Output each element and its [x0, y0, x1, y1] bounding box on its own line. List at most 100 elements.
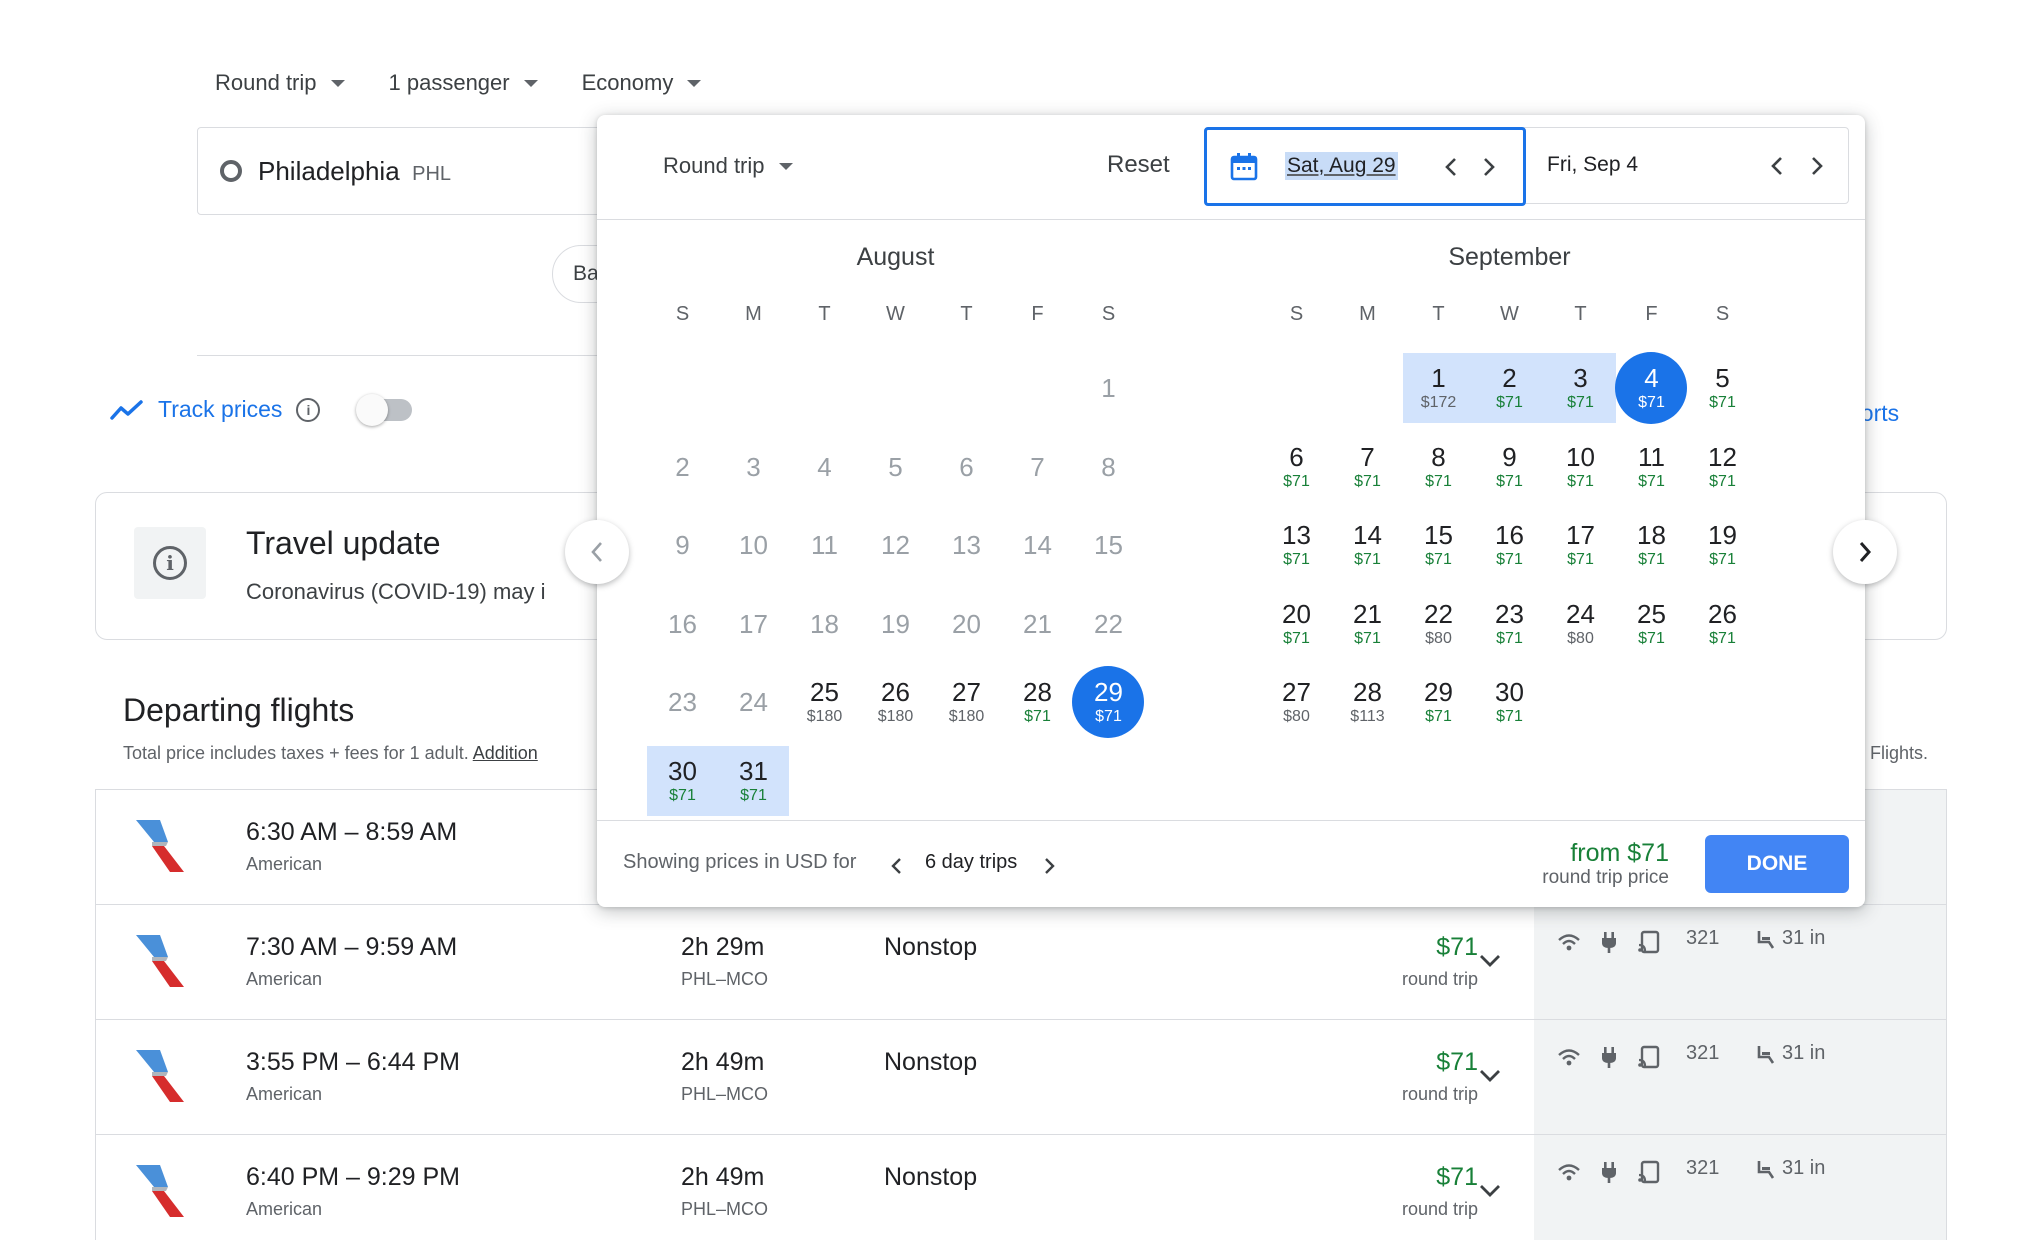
calendar-day[interactable]: 28 $113 — [1332, 667, 1403, 737]
calendar-day[interactable]: 20 $71 — [1261, 589, 1332, 659]
day-number: 25 — [1637, 598, 1666, 629]
calendar-day[interactable]: 2 $71 — [1474, 353, 1545, 423]
calendar-day[interactable]: 15 $71 — [1403, 510, 1474, 580]
calendar-day[interactable]: 16 $71 — [1474, 510, 1545, 580]
calendar-day[interactable]: 27 $80 — [1261, 667, 1332, 737]
flight-row[interactable]: 7:30 AM – 9:59 AM American 2h 29m PHL–MCO No… — [96, 905, 1946, 1020]
calendar-day[interactable]: 7 $71 — [1332, 432, 1403, 502]
aircraft-type: 321 — [1686, 1157, 1720, 1179]
day-number: 24 — [1566, 598, 1595, 629]
calendar-day[interactable]: 24 $80 — [1545, 589, 1616, 659]
day-number: 1 — [1431, 363, 1446, 393]
day-price: $71 — [1638, 472, 1665, 490]
picker-trip-type-select[interactable]: Round trip — [663, 153, 793, 179]
weekday-label: S — [1289, 303, 1304, 325]
calendar-day[interactable]: 14 $71 — [1332, 510, 1403, 580]
additional-fees-link[interactable]: Addition — [473, 743, 538, 763]
day-number: 30 — [1495, 677, 1524, 707]
day-price: $71 — [1354, 472, 1381, 490]
calendar-day[interactable]: 28 $71 — [1002, 667, 1073, 737]
trip-length-increase-button[interactable] — [1035, 851, 1065, 881]
return-prev-button[interactable] — [1762, 151, 1792, 181]
calendar-day[interactable]: 11 $71 — [1616, 432, 1687, 502]
next-month-button[interactable] — [1833, 520, 1897, 584]
day-number: 9 — [1502, 441, 1517, 472]
calendar-day[interactable]: 1 $172 — [1403, 353, 1474, 423]
flight-amenities — [1556, 1044, 1662, 1070]
trip-length-decrease-button[interactable] — [881, 851, 911, 881]
departure-next-button[interactable] — [1474, 152, 1504, 182]
calendar-day[interactable]: 25 $180 — [789, 667, 860, 737]
day-price: $71 — [1024, 708, 1051, 725]
day-number: 8 — [1101, 451, 1116, 482]
flight-row[interactable]: 3:55 PM – 6:44 PM American 2h 49m PHL–MCO No… — [96, 1020, 1946, 1135]
weekday-label: F — [1645, 303, 1658, 325]
previous-month-button[interactable] — [565, 520, 629, 584]
flight-row[interactable]: 6:40 PM – 9:29 PM American 2h 49m PHL–MCO No… — [96, 1135, 1946, 1240]
day-number: 11 — [811, 530, 838, 560]
flight-times: 6:40 PM – 9:29 PM — [246, 1163, 461, 1191]
expand-flight-button[interactable] — [1470, 1171, 1510, 1211]
calendar-day[interactable]: 9 $71 — [1474, 432, 1545, 502]
calendar-day[interactable]: 29 $71 — [1072, 666, 1144, 738]
american-airlines-logo — [136, 1165, 184, 1217]
calendar-day: 4 — [789, 432, 860, 502]
calendar-day[interactable]: 27 $180 — [931, 667, 1002, 737]
trip-type-select[interactable]: Round trip — [215, 70, 345, 96]
passengers-select[interactable]: 1 passenger — [389, 70, 538, 96]
departure-prev-button[interactable] — [1436, 152, 1466, 182]
day-price: $71 — [1283, 472, 1310, 490]
info-icon[interactable]: i — [296, 397, 321, 422]
american-airlines-logo — [136, 935, 184, 987]
return-date-field[interactable]: Fri, Sep 4 — [1547, 153, 1638, 177]
flight-route: PHL–MCO — [681, 1199, 769, 1219]
day-number: 23 — [1495, 598, 1524, 629]
calendar-day[interactable]: 5 $71 — [1687, 353, 1758, 423]
calendar-day[interactable]: 3 $71 — [1545, 353, 1616, 423]
done-button[interactable]: DONE — [1705, 835, 1849, 893]
calendar-day[interactable]: 25 $71 — [1616, 589, 1687, 659]
day-price: $71 — [1638, 629, 1665, 647]
calendar-day[interactable]: 13 $71 — [1261, 510, 1332, 580]
calendar-day: 24 — [718, 667, 789, 737]
expand-flight-button[interactable] — [1470, 1056, 1510, 1096]
calendar-day[interactable]: 30 $71 — [1474, 667, 1545, 737]
calendar-day[interactable]: 6 $71 — [1261, 432, 1332, 502]
calendar-day[interactable]: 21 $71 — [1332, 589, 1403, 659]
calendar-day[interactable]: 4 $71 — [1615, 352, 1687, 424]
calendar-day[interactable]: 18 $71 — [1616, 510, 1687, 580]
flight-times: 6:30 AM – 8:59 AM — [246, 818, 458, 846]
calendar-day[interactable]: 10 $71 — [1545, 432, 1616, 502]
calendar-day[interactable]: 26 $180 — [860, 667, 931, 737]
calendar-day[interactable]: 26 $71 — [1687, 589, 1758, 659]
cabin-select[interactable]: Economy — [582, 70, 702, 96]
legroom-seat-icon — [1757, 1160, 1775, 1179]
subtitle-text: Total price includes taxes + fees for 1 … — [123, 743, 469, 763]
flight-airline: American — [246, 1199, 323, 1219]
return-next-button[interactable] — [1802, 151, 1832, 181]
calendar-day: 9 — [647, 510, 718, 580]
calendar-day[interactable]: 30 $71 — [647, 745, 718, 816]
day-price: $71 — [1354, 551, 1381, 568]
calendar-day[interactable]: 22 $80 — [1403, 589, 1474, 659]
calendar-day[interactable]: 12 $71 — [1687, 432, 1758, 502]
calendar-day: 15 — [1073, 510, 1144, 580]
calendar-day[interactable]: 29 $71 — [1403, 667, 1474, 737]
departure-date-field[interactable]: Sat, Aug 29 — [1204, 127, 1526, 206]
flight-duration: 2h 29m — [681, 933, 765, 961]
american-airlines-logo — [136, 820, 184, 872]
calendar-icon — [1230, 153, 1258, 181]
calendar-day[interactable]: 17 $71 — [1545, 510, 1616, 580]
reset-button[interactable]: Reset — [1107, 151, 1170, 179]
expand-flight-button[interactable] — [1470, 941, 1510, 981]
day-price: $71 — [1709, 551, 1736, 568]
calendar-day[interactable]: 23 $71 — [1474, 589, 1545, 659]
calendar-day[interactable]: 31 $71 — [718, 745, 789, 816]
track-prices-toggle[interactable] — [356, 394, 412, 426]
day-number: 5 — [1715, 363, 1730, 393]
calendar-day[interactable]: 8 $71 — [1403, 432, 1474, 502]
wifi-icon — [1558, 1164, 1580, 1181]
day-number: 25 — [810, 677, 839, 707]
calendar-day[interactable]: 19 $71 — [1687, 510, 1758, 580]
calendar-day: 14 — [1002, 510, 1073, 580]
